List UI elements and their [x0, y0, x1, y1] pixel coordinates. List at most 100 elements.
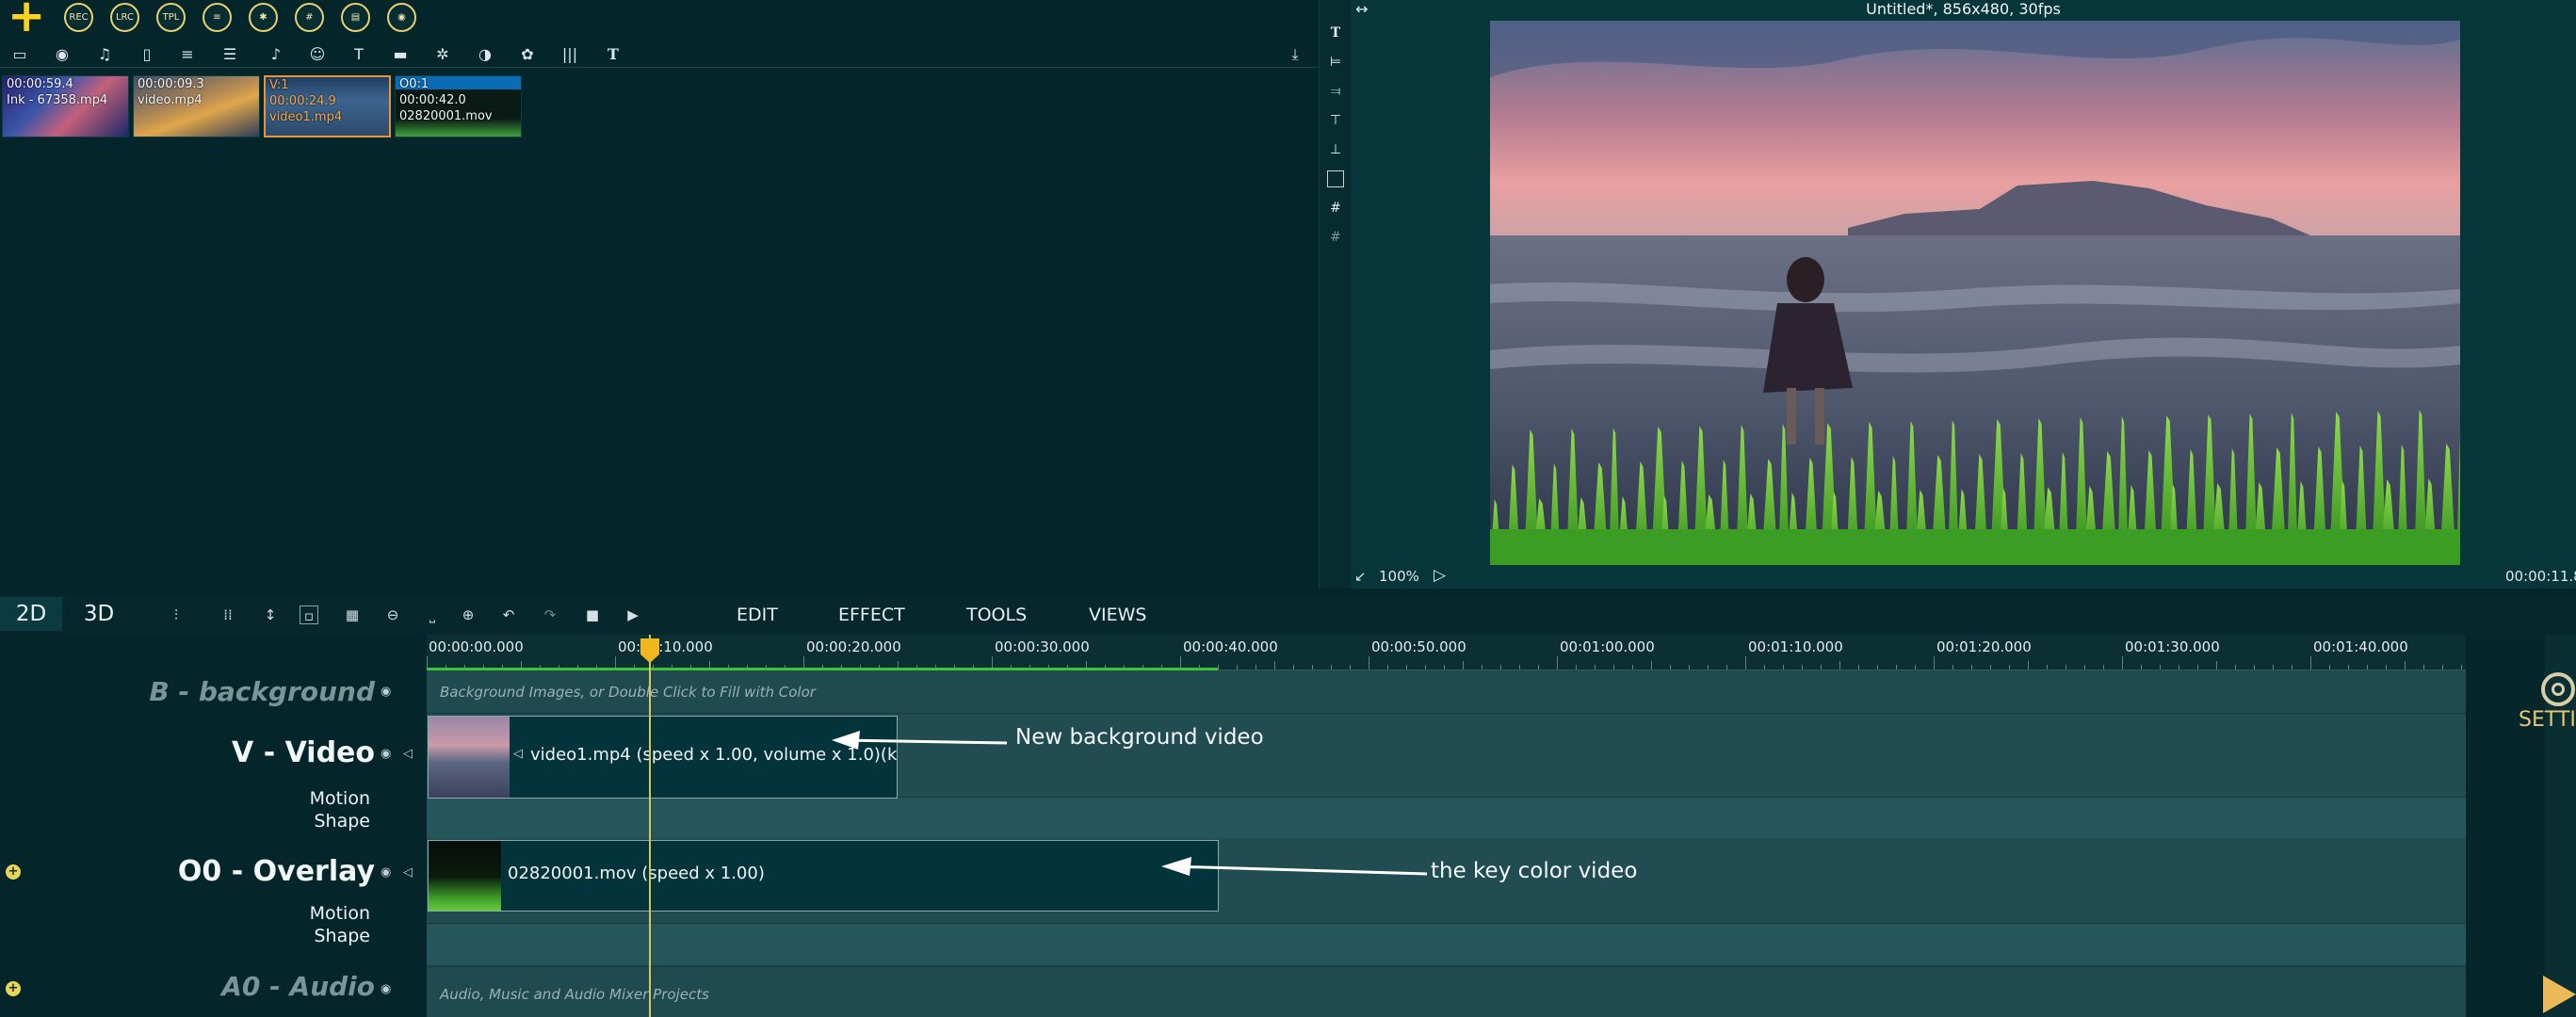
align-bottom-icon[interactable]: ⊥ [1327, 141, 1344, 158]
settings-gear-icon[interactable] [2541, 672, 2575, 706]
eye-icon[interactable]: ◉ [381, 748, 396, 761]
fit-icon[interactable]: ↙ [1354, 568, 1367, 585]
zoom-level[interactable]: 100% [1379, 568, 1419, 585]
align-right-icon[interactable]: ⫤ [1327, 83, 1344, 100]
grid-icon[interactable]: # [295, 3, 324, 32]
vertical-resize-icon[interactable]: ↕ [261, 605, 280, 624]
frame-tool-icon[interactable] [1327, 170, 1344, 187]
ruler-tick [1500, 665, 1501, 670]
ruler-tick [2122, 656, 2123, 670]
timeline-ruler[interactable]: 00:00:00.000 00:00:10.000 00:00:20.000 0… [427, 635, 2466, 670]
export-icon[interactable]: ⤓ [1285, 45, 1305, 64]
play-preview-icon[interactable]: ▷ [1434, 566, 1446, 585]
media-item[interactable]: O0:1 00:00:42.0 02820001.mov [395, 75, 522, 137]
speaker-icon[interactable]: ◁ [403, 748, 418, 761]
list-tab-icon[interactable]: ☰ [219, 45, 240, 64]
add-media-button[interactable]: + [8, 0, 45, 39]
ruler-tick [2141, 665, 2142, 670]
ruler-tick [1331, 665, 1332, 670]
media-item[interactable]: 00:00:59.4 Ink - 67358.mp4 [2, 75, 129, 137]
right-side-strip: SETTIN [2466, 635, 2576, 1017]
video-tab-icon[interactable]: ▭ [9, 45, 30, 64]
motion-label[interactable]: Motion [310, 903, 370, 924]
undo-icon[interactable]: ↶ [499, 605, 518, 624]
shape-label[interactable]: Shape [315, 926, 371, 946]
media-item-selected[interactable]: V:1 00:00:24.9 video1.mp4 [264, 75, 391, 137]
motion-label[interactable]: Motion [310, 788, 370, 809]
play-icon[interactable]: ▶ [624, 605, 642, 624]
grid-small-icon[interactable]: # [1327, 229, 1344, 246]
frame-tab-icon[interactable]: ▯ [137, 45, 157, 64]
tpl-button[interactable]: TPL [156, 3, 186, 32]
ruler-tick [1613, 665, 1614, 670]
add-track-icon[interactable]: + [6, 981, 21, 996]
menu-views[interactable]: VIEWS [1089, 605, 1146, 625]
ruler-tick [2254, 665, 2255, 670]
ruler-tick [1858, 665, 1859, 670]
playhead[interactable] [649, 635, 651, 1017]
eye-icon[interactable]: ◉ [381, 866, 396, 880]
menu-tools[interactable]: TOOLS [966, 605, 1027, 625]
zoom-in-icon[interactable]: ⊕ [459, 605, 478, 624]
track-name-background: B - background [149, 676, 375, 707]
title-tab-icon[interactable]: T [348, 45, 369, 64]
shape-label[interactable]: Shape [315, 811, 371, 831]
stop-icon[interactable]: ■ [583, 605, 602, 624]
track-list-icon[interactable]: ⫶ [167, 605, 186, 624]
preview-footer: ↙ 100% ▷ 00:00:11.8 [1351, 565, 2576, 588]
annotation-background-video: New background video [1015, 725, 1264, 750]
align-left-icon[interactable]: ⊨ [1327, 54, 1344, 71]
text-tab-icon[interactable]: T [603, 45, 624, 64]
menu-edit[interactable]: EDIT [737, 605, 778, 625]
puzzle-tab-icon[interactable]: ✿ [517, 45, 538, 64]
music-tab-icon[interactable]: ♫ [94, 45, 115, 64]
ruler-label: 00:01:00.000 [1560, 638, 1655, 655]
ruler-tick [2103, 665, 2104, 670]
ruler-label: 00:00:00.000 [429, 638, 524, 655]
media-item[interactable]: 00:00:09.3 video.mp4 [133, 75, 260, 137]
tab-3d[interactable]: 3D [68, 597, 130, 631]
split-icon[interactable]: ⎵ [423, 605, 442, 624]
filmstrip-tab-icon[interactable]: ▬ [390, 45, 411, 64]
ruler-tick [1670, 665, 1671, 670]
emoji-tab-icon[interactable]: ☺ [307, 45, 328, 64]
rec-button[interactable]: REC [64, 3, 93, 32]
subtitle-icon[interactable]: ▤ [341, 3, 370, 32]
ruler-tick [1274, 661, 1275, 670]
camera-tab-icon[interactable]: ◉ [52, 45, 73, 64]
ruler-tick [1990, 665, 1991, 670]
ruler-label: 00:00:30.000 [995, 638, 1090, 655]
user-icon[interactable]: ◉ [387, 3, 416, 32]
menu-effect[interactable]: EFFECT [838, 605, 905, 625]
add-track-icon[interactable]: + [6, 864, 21, 880]
text-list-tab-icon[interactable]: ≡ [177, 45, 198, 64]
text-tool-icon[interactable]: T [1327, 24, 1344, 41]
eye-icon[interactable]: ◉ [381, 983, 396, 996]
ruler-label: 00:01:30.000 [2125, 638, 2220, 655]
tab-2d[interactable]: 2D [0, 597, 62, 631]
timeline-tracks[interactable]: Background Images, or Double Click to Fi… [427, 670, 2466, 1017]
speaker-icon[interactable]: ◁ [403, 866, 418, 880]
play-arrow-icon[interactable] [2543, 976, 2576, 1013]
effects-icon[interactable]: ✱ [249, 3, 278, 32]
list-icon[interactable]: ≡ [203, 3, 232, 32]
redo-icon[interactable]: ↷ [541, 605, 559, 624]
lrc-button[interactable]: LRC [110, 3, 139, 32]
audio-bars-tab-icon[interactable]: ||| [559, 45, 580, 64]
ruler-tick [2084, 665, 2085, 670]
contrast-tab-icon[interactable]: ◑ [475, 45, 495, 64]
grid-tool-icon[interactable]: # [1327, 200, 1344, 217]
settings-label[interactable]: SETTIN [2519, 708, 2576, 732]
calendar-icon[interactable]: ▦ [343, 605, 362, 624]
grid-view-icon[interactable]: ⁞⁞ [219, 605, 237, 624]
ruler-tick [1387, 665, 1388, 670]
eye-icon[interactable]: ◉ [381, 686, 396, 699]
sparkle-tab-icon[interactable]: ✲ [432, 45, 453, 64]
ruler-tick [1877, 665, 1878, 670]
ruler-tick [1538, 665, 1539, 670]
zoom-out-icon[interactable]: ⊖ [383, 605, 402, 624]
preview-video-frame[interactable] [1490, 21, 2478, 565]
align-top-icon[interactable]: ⊤ [1327, 112, 1344, 129]
note-tab-icon[interactable]: ♪ [266, 45, 286, 64]
select-box-icon[interactable]: ▫ [300, 605, 318, 624]
